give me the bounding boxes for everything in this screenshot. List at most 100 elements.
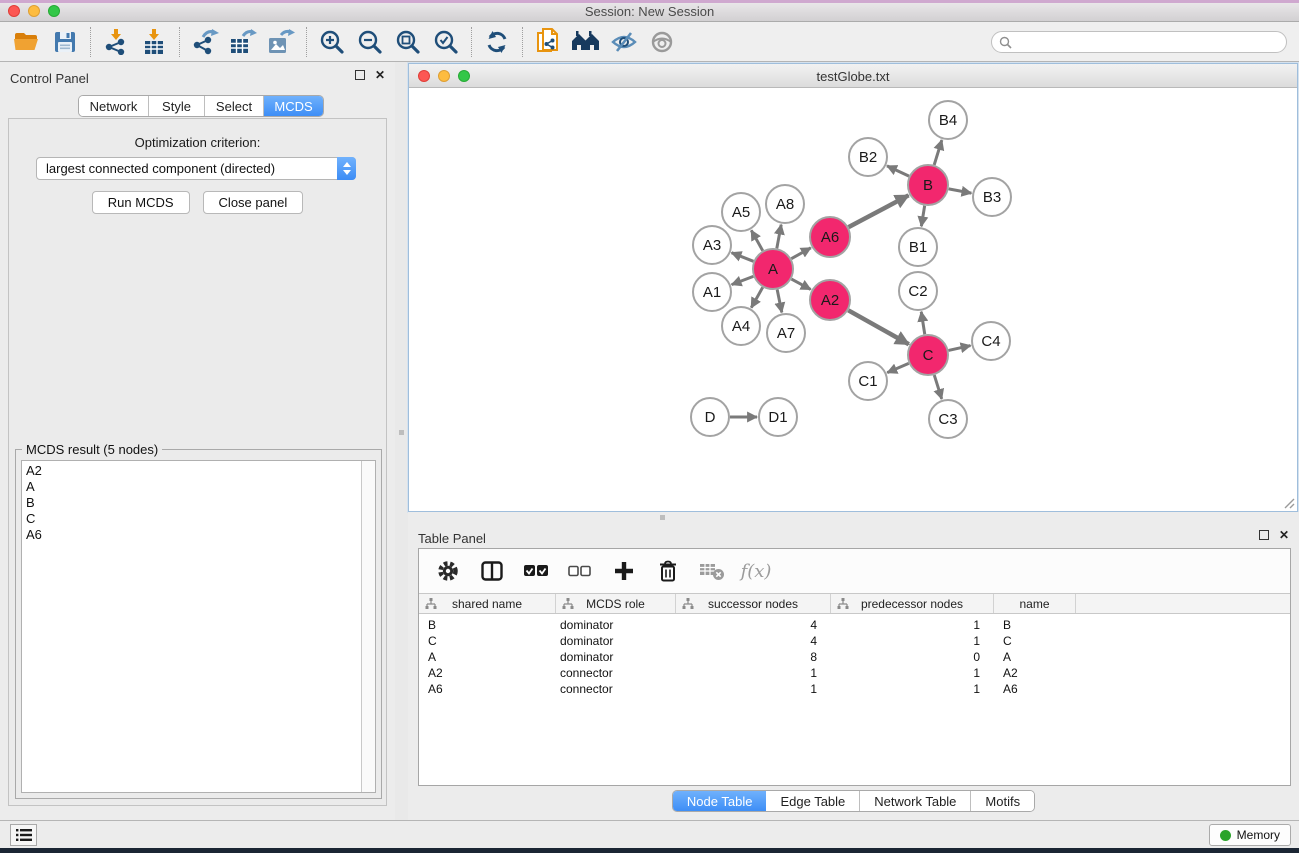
refresh-button[interactable] xyxy=(478,25,516,59)
graph-node[interactable]: D1 xyxy=(759,398,797,436)
tab-edge-table[interactable]: Edge Table xyxy=(766,791,860,811)
graph-node[interactable]: A3 xyxy=(693,226,731,264)
tab-network[interactable]: Network xyxy=(79,96,149,116)
graph-node[interactable]: C3 xyxy=(929,400,967,438)
vertical-splitter[interactable] xyxy=(395,62,408,820)
zoom-fit-button[interactable] xyxy=(389,25,427,59)
column-header-shared-name[interactable]: shared name xyxy=(419,594,556,613)
hide-button[interactable] xyxy=(605,25,643,59)
table-row[interactable]: Adominator80A xyxy=(419,649,1290,665)
resize-grip-icon[interactable] xyxy=(1283,497,1295,509)
column-header-predecessor-nodes[interactable]: predecessor nodes xyxy=(831,594,994,613)
run-mcds-button[interactable]: Run MCDS xyxy=(92,191,190,214)
graph-node[interactable]: B3 xyxy=(973,178,1011,216)
search-input[interactable] xyxy=(1016,35,1266,49)
close-panel-icon[interactable]: ✕ xyxy=(1279,530,1289,540)
table-row[interactable]: A6connector11A6 xyxy=(419,681,1290,697)
duplicate-network-button[interactable] xyxy=(529,25,567,59)
graph-edge[interactable] xyxy=(732,253,754,262)
create-column-button[interactable] xyxy=(607,554,641,588)
table-settings-button[interactable] xyxy=(431,554,465,588)
deselect-all-button[interactable] xyxy=(563,554,597,588)
import-network-button[interactable] xyxy=(97,25,135,59)
tab-style[interactable]: Style xyxy=(149,96,205,116)
list-scrollbar[interactable] xyxy=(361,461,375,792)
list-item[interactable]: A xyxy=(26,479,361,495)
column-header-successor-nodes[interactable]: successor nodes xyxy=(676,594,831,613)
table-row[interactable]: Cdominator41C xyxy=(419,633,1290,649)
graph-edge[interactable] xyxy=(791,279,810,289)
graph-edge[interactable] xyxy=(921,206,924,227)
network-canvas[interactable]: B4 B2 B B3 B1 A5A8A6 A3 A A1 A2 A4A7 C2 C4 C C1 C3 D D1 xyxy=(409,88,1297,511)
graph-edge[interactable] xyxy=(777,290,782,313)
tab-node-table[interactable]: Node Table xyxy=(673,791,767,811)
close-panel-icon[interactable]: ✕ xyxy=(375,70,385,80)
float-panel-icon[interactable] xyxy=(1259,530,1269,540)
graph-node[interactable]: A5 xyxy=(722,193,760,231)
graph-edge[interactable] xyxy=(849,195,909,227)
graph-node[interactable]: C4 xyxy=(972,322,1010,360)
graph-node[interactable]: B1 xyxy=(899,228,937,266)
graph-node[interactable]: A7 xyxy=(767,314,805,352)
graph-node[interactable]: A4 xyxy=(722,307,760,345)
graph-edge[interactable] xyxy=(751,287,762,307)
table-row[interactable]: Bdominator41B xyxy=(419,617,1290,633)
home-networks-button[interactable] xyxy=(567,25,605,59)
graph-node[interactable]: A8 xyxy=(766,185,804,223)
delete-table-button[interactable] xyxy=(695,554,729,588)
tab-select[interactable]: Select xyxy=(205,96,264,116)
graph-edge[interactable] xyxy=(791,248,811,259)
export-table-button[interactable] xyxy=(224,25,262,59)
function-builder-button[interactable]: f(x) xyxy=(739,554,773,588)
graph-node[interactable]: A6 xyxy=(810,217,850,257)
export-network-button[interactable] xyxy=(186,25,224,59)
graph-edge[interactable] xyxy=(751,230,762,250)
graph-node[interactable]: B2 xyxy=(849,138,887,176)
criterion-dropdown[interactable]: largest connected component (directed) xyxy=(36,157,356,180)
tab-motifs[interactable]: Motifs xyxy=(971,791,1034,811)
splitter-grip[interactable] xyxy=(660,515,665,520)
splitter-grip[interactable] xyxy=(399,430,404,435)
graph-node[interactable]: C xyxy=(908,335,948,375)
list-item[interactable]: B xyxy=(26,495,361,511)
graph-node[interactable]: A1 xyxy=(693,273,731,311)
close-panel-button[interactable]: Close panel xyxy=(203,191,304,214)
zoom-in-button[interactable] xyxy=(313,25,351,59)
graph-node[interactable]: D xyxy=(691,398,729,436)
task-history-button[interactable] xyxy=(10,824,37,846)
graph-edge[interactable] xyxy=(934,375,941,399)
export-image-button[interactable] xyxy=(262,25,300,59)
graph-edge[interactable] xyxy=(848,310,909,344)
graph-edge[interactable] xyxy=(934,140,942,165)
import-table-button[interactable] xyxy=(135,25,173,59)
list-item[interactable]: C xyxy=(26,511,361,527)
graph-edge[interactable] xyxy=(887,166,909,176)
column-header-name[interactable]: name xyxy=(994,594,1076,613)
save-session-button[interactable] xyxy=(46,25,84,59)
graph-node[interactable]: B4 xyxy=(929,101,967,139)
graph-node[interactable]: A xyxy=(753,249,793,289)
float-panel-icon[interactable] xyxy=(355,70,365,80)
graph-node[interactable]: C2 xyxy=(899,272,937,310)
show-columns-button[interactable] xyxy=(475,554,509,588)
network-window-titlebar[interactable]: testGlobe.txt xyxy=(409,64,1297,88)
delete-column-button[interactable] xyxy=(651,554,685,588)
graph-edge[interactable] xyxy=(921,312,925,335)
table-row[interactable]: A2connector11A2 xyxy=(419,665,1290,681)
tab-network-table[interactable]: Network Table xyxy=(860,791,971,811)
column-header-mcds-role[interactable]: MCDS role xyxy=(556,594,676,613)
graph-node[interactable]: B xyxy=(908,165,948,205)
search-field[interactable] xyxy=(991,31,1287,53)
graph-edge[interactable] xyxy=(777,225,781,249)
graph-edge[interactable] xyxy=(948,346,970,351)
horizontal-splitter[interactable] xyxy=(408,512,1299,522)
memory-button[interactable]: Memory xyxy=(1209,824,1291,846)
graph-node[interactable]: A2 xyxy=(810,280,850,320)
show-button[interactable] xyxy=(643,25,681,59)
list-item[interactable]: A6 xyxy=(26,527,361,543)
tab-mcds[interactable]: MCDS xyxy=(264,96,323,116)
zoom-selected-button[interactable] xyxy=(427,25,465,59)
graph-edge[interactable] xyxy=(949,189,972,193)
graph-node[interactable]: C1 xyxy=(849,362,887,400)
list-item[interactable]: A2 xyxy=(26,463,361,479)
